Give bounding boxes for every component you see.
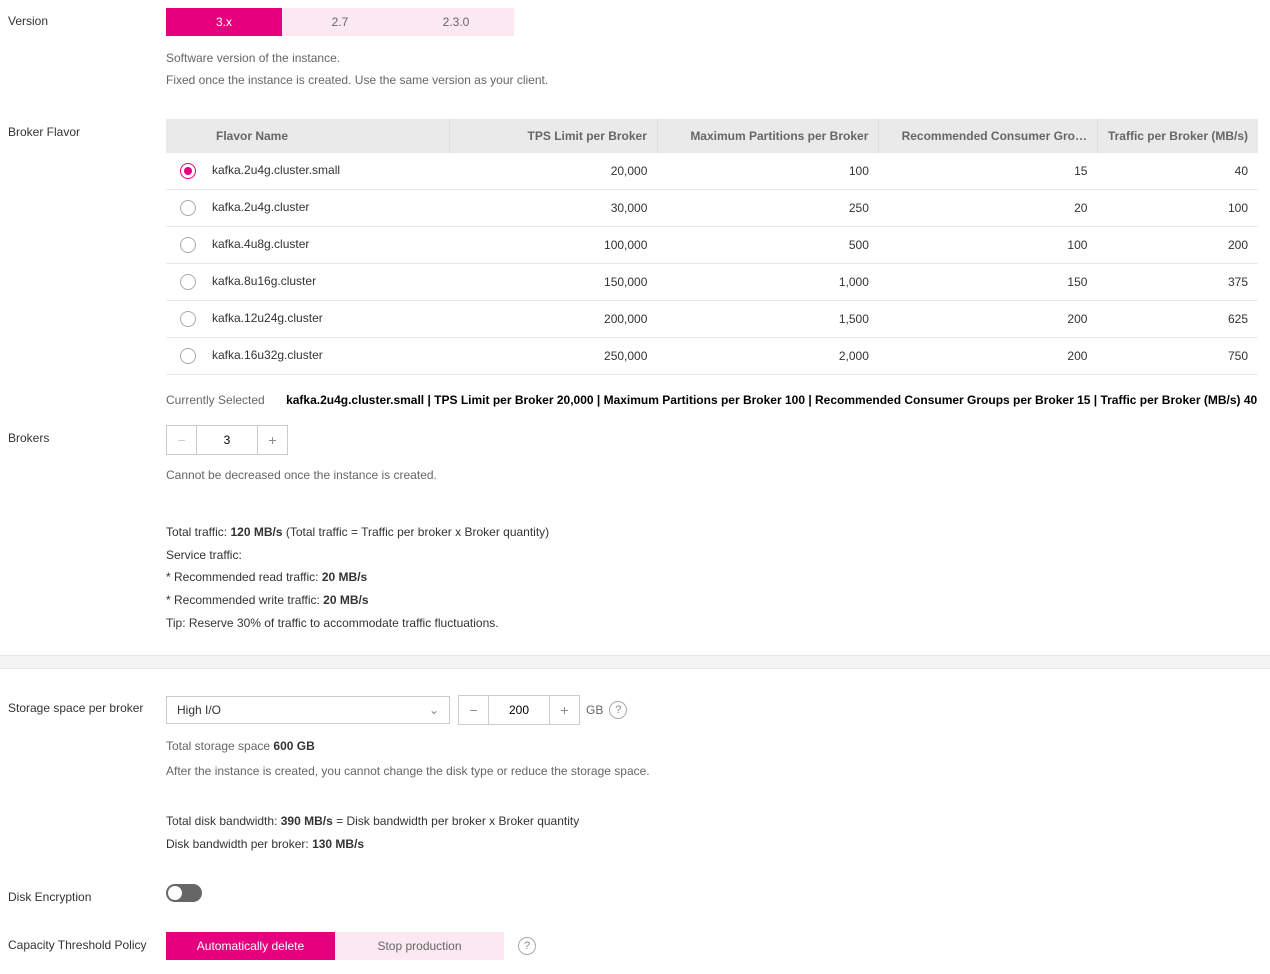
table-row[interactable]: kafka.8u16g.cluster 150,0001,000150375 xyxy=(166,264,1258,301)
radio-icon[interactable] xyxy=(180,311,196,327)
version-desc1: Software version of the instance. xyxy=(166,48,1258,70)
storage-decrement[interactable]: − xyxy=(459,696,489,724)
flavor-groups: 200 xyxy=(879,338,1098,375)
flavor-traffic: 750 xyxy=(1097,338,1258,375)
flavor-tps: 100,000 xyxy=(450,227,657,264)
write-traffic-line: * Recommended write traffic: 20 MB/s xyxy=(166,589,1258,612)
table-row[interactable]: kafka.2u4g.cluster 30,00025020100 xyxy=(166,190,1258,227)
flavor-groups: 150 xyxy=(879,264,1098,301)
radio-icon[interactable] xyxy=(180,237,196,253)
table-row[interactable]: kafka.4u8g.cluster 100,000500100200 xyxy=(166,227,1258,264)
storage-increment[interactable]: + xyxy=(549,696,579,724)
storage-desc: After the instance is created, you canno… xyxy=(166,761,1258,783)
storage-unit: GB xyxy=(586,703,603,717)
col-groups[interactable]: Recommended Consumer Gro… xyxy=(879,119,1098,153)
disk-type-value: High I/O xyxy=(177,703,221,717)
version-option-27[interactable]: 2.7 xyxy=(282,8,398,36)
flavor-parts: 1,000 xyxy=(657,264,878,301)
section-divider xyxy=(0,655,1270,669)
flavor-groups: 15 xyxy=(879,153,1098,190)
brokers-desc: Cannot be decreased once the instance is… xyxy=(166,465,1258,487)
capacity-option-stop-production[interactable]: Stop production xyxy=(335,932,504,960)
flavor-name: kafka.8u16g.cluster xyxy=(212,274,316,288)
capacity-label: Capacity Threshold Policy xyxy=(8,932,166,952)
flavor-parts: 500 xyxy=(657,227,878,264)
flavor-groups: 20 xyxy=(879,190,1098,227)
help-icon[interactable]: ? xyxy=(518,937,536,955)
flavor-tps: 250,000 xyxy=(450,338,657,375)
version-option-3x[interactable]: 3.x xyxy=(166,8,282,36)
help-icon[interactable]: ? xyxy=(609,701,627,719)
brokers-input[interactable] xyxy=(197,426,257,454)
disk-encryption-toggle[interactable] xyxy=(166,884,202,902)
flavor-traffic: 625 xyxy=(1097,301,1258,338)
brokers-label: Brokers xyxy=(8,425,166,445)
disk-encryption-label: Disk Encryption xyxy=(8,884,166,904)
brokers-increment[interactable]: + xyxy=(257,426,287,454)
flavor-parts: 250 xyxy=(657,190,878,227)
brokers-stepper: − + xyxy=(166,425,288,455)
chevron-down-icon: ⌄ xyxy=(429,703,439,717)
brokers-decrement[interactable]: − xyxy=(167,426,197,454)
flavor-traffic: 40 xyxy=(1097,153,1258,190)
currently-selected: Currently Selected kafka.2u4g.cluster.sm… xyxy=(166,393,1258,407)
flavor-parts: 100 xyxy=(657,153,878,190)
table-row[interactable]: kafka.16u32g.cluster 250,0002,000200750 xyxy=(166,338,1258,375)
service-traffic-line: Service traffic: xyxy=(166,544,1258,567)
capacity-option-auto-delete[interactable]: Automatically delete xyxy=(166,932,335,960)
total-bw-line: Total disk bandwidth: 390 MB/s = Disk ba… xyxy=(166,810,1258,833)
flavor-groups: 100 xyxy=(879,227,1098,264)
bw-per-broker-line: Disk bandwidth per broker: 130 MB/s xyxy=(166,833,1258,856)
flavor-name: kafka.12u24g.cluster xyxy=(212,311,323,325)
flavor-tps: 200,000 xyxy=(450,301,657,338)
read-traffic-line: * Recommended read traffic: 20 MB/s xyxy=(166,566,1258,589)
version-label: Version xyxy=(8,8,166,28)
flavor-traffic: 200 xyxy=(1097,227,1258,264)
traffic-tip: Tip: Reserve 30% of traffic to accommoda… xyxy=(166,612,1258,635)
storage-stepper: − + xyxy=(458,695,580,725)
flavor-traffic: 375 xyxy=(1097,264,1258,301)
currently-selected-value: kafka.2u4g.cluster.small | TPS Limit per… xyxy=(286,393,1257,407)
flavor-parts: 1,500 xyxy=(657,301,878,338)
disk-type-select[interactable]: High I/O ⌄ xyxy=(166,696,450,724)
flavor-label: Broker Flavor xyxy=(8,119,166,139)
currently-selected-label: Currently Selected xyxy=(166,393,265,407)
col-flavor-name[interactable]: Flavor Name xyxy=(166,119,450,153)
flavor-groups: 200 xyxy=(879,301,1098,338)
flavor-name: kafka.2u4g.cluster xyxy=(212,200,309,214)
col-traffic[interactable]: Traffic per Broker (MB/s) xyxy=(1097,119,1258,153)
flavor-name: kafka.4u8g.cluster xyxy=(212,237,309,251)
flavor-tps: 150,000 xyxy=(450,264,657,301)
storage-label: Storage space per broker xyxy=(8,695,166,715)
radio-icon[interactable] xyxy=(180,200,196,216)
radio-icon[interactable] xyxy=(180,163,196,179)
version-option-230[interactable]: 2.3.0 xyxy=(398,8,514,36)
storage-input[interactable] xyxy=(489,696,549,724)
flavor-tps: 20,000 xyxy=(450,153,657,190)
flavor-traffic: 100 xyxy=(1097,190,1258,227)
col-partitions[interactable]: Maximum Partitions per Broker xyxy=(657,119,878,153)
version-desc2: Fixed once the instance is created. Use … xyxy=(166,70,1258,92)
radio-icon[interactable] xyxy=(180,274,196,290)
version-segmented: 3.x 2.7 2.3.0 xyxy=(166,8,1258,36)
total-storage-line: Total storage space 600 GB xyxy=(166,739,1258,753)
flavor-parts: 2,000 xyxy=(657,338,878,375)
radio-icon[interactable] xyxy=(180,348,196,364)
flavor-tps: 30,000 xyxy=(450,190,657,227)
table-row[interactable]: kafka.12u24g.cluster 200,0001,500200625 xyxy=(166,301,1258,338)
col-tps[interactable]: TPS Limit per Broker xyxy=(450,119,657,153)
total-traffic-line: Total traffic: 120 MB/s (Total traffic =… xyxy=(166,521,1258,544)
flavor-name: kafka.16u32g.cluster xyxy=(212,348,323,362)
flavor-table: Flavor Name TPS Limit per Broker Maximum… xyxy=(166,119,1258,375)
table-row[interactable]: kafka.2u4g.cluster.small 20,0001001540 xyxy=(166,153,1258,190)
flavor-name: kafka.2u4g.cluster.small xyxy=(212,163,340,177)
